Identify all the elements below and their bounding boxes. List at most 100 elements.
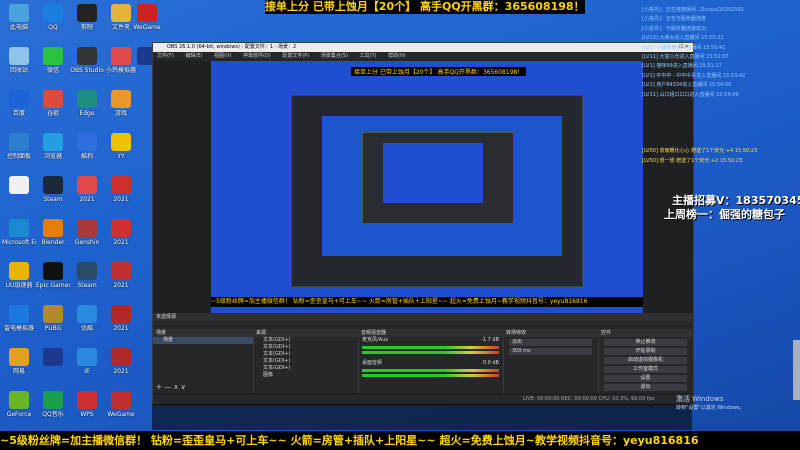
chat-message [642,138,800,147]
desktop-icon[interactable]: 此电脑 [2,4,36,42]
desktop-icon[interactable]: Epic Games [36,262,70,300]
source-item[interactable]: 文本(GDI+) [253,351,358,358]
desktop-icon[interactable]: 2021 [70,176,104,214]
desktop-icon-label: WeGame [133,24,161,31]
app-icon [77,348,97,366]
studio-mode-button[interactable]: 工作室模式 [604,366,687,373]
menu-tools[interactable]: 工具(T) [360,53,377,59]
desktop-icon[interactable]: Blender [36,219,70,257]
scene-add-icon[interactable]: + — ∧ ∨ [156,383,186,391]
source-item[interactable]: 文本(GDI+) [253,337,358,344]
chat-message: [小苗丹]：与服务器连接成功 [642,25,706,32]
source-item[interactable]: 文本(GDI+) [253,358,358,365]
start-recording-button[interactable]: 开始录制 [604,348,687,355]
menu-scene-collection[interactable]: 场景集合(S) [321,53,348,59]
chat-message [642,100,800,109]
virtual-camera-button[interactable]: 启动虚拟摄像机 [604,357,687,364]
desktop-icon[interactable]: Genshin [70,219,104,257]
preview-label: 未选择源 [153,313,693,321]
desktop-icon[interactable]: WeGame [130,4,164,42]
app-icon [9,219,29,237]
desktop-icon-label: GeForce [6,411,32,418]
desktop-icon[interactable]: OBS Studio [70,47,104,85]
nested-preview-deep [362,132,514,224]
desktop-icon[interactable]: Steam [70,262,104,300]
desktop-icon-label: QQ音乐 [42,411,64,418]
desktop-icon[interactable]: Steam [36,176,70,214]
menu-file[interactable]: 文件(F) [157,53,174,59]
sources-header: 来源 [253,329,358,337]
desktop-icon-label: 控制面板 [6,153,31,160]
stop-streaming-button[interactable]: 停止推流 [604,339,687,346]
desktop-icon[interactable]: 控制面板 [2,133,36,171]
desktop-icon[interactable]: 剪映 [70,4,104,42]
desktop-icon[interactable]: 游戏 [104,90,138,128]
desktop-icon[interactable]: QQ音乐 [36,391,70,429]
controls-header: 控件 [598,329,693,337]
desktop-icon[interactable]: 回收站 [2,47,36,85]
menu-edit[interactable]: 编辑(E) [185,53,202,59]
obs-titlebar: OBS 26.1.0 (64-bit, windows) - 配置文件：1 - … [153,43,693,52]
mixer-desktop-meter [362,369,499,372]
desktop-icon-label: UU加速器 [5,282,33,289]
desktop-icon[interactable]: IE [70,348,104,386]
source-item[interactable]: 文本(GDI+) [253,365,358,372]
activate-windows: 激活 Windows [676,395,724,403]
exit-button[interactable]: 退出 [604,384,687,391]
desktop-icon[interactable]: 雷电模拟器 [2,305,36,343]
desktop-icon-label: Genshin [74,239,100,246]
activate-windows-hint: 转到"设置"以激活 Windows。 [676,405,745,411]
source-item[interactable]: 图像 [253,372,358,379]
desktop-icon[interactable]: 2021 [104,262,138,300]
desktop-icon[interactable]: QQ [36,4,70,42]
side-toolbar[interactable] [793,340,800,400]
settings-button[interactable]: 设置 [604,375,687,382]
menu-help[interactable]: 帮助(H) [388,53,406,59]
desktop-icon[interactable]: 2021 [104,176,138,214]
desktop-icon[interactable]: WPS [70,391,104,429]
transition-duration[interactable]: 300 ms [509,348,592,355]
controls-panel: 控件 停止推流 开始录制 启动虚拟摄像机 工作室模式 设置 退出 [598,329,693,393]
desktop-icon[interactable] [36,348,70,386]
desktop-icon-label: 百度 [12,110,25,117]
nested-preview [291,95,583,287]
app-icon [43,391,63,409]
desktop-icon[interactable]: PUBG [36,305,70,343]
app-icon [77,4,97,22]
desktop-icon[interactable]: 优酷 [70,305,104,343]
app-icon [111,47,131,65]
desktop-icon[interactable]: GeForce [2,391,36,429]
desktop-icon-label: WPS [80,411,94,418]
taskbar [152,404,692,430]
desktop-icon[interactable]: 百度 [2,90,36,128]
desktop-icon[interactable]: 酷狗 [70,133,104,171]
desktop-icon[interactable]: 微信 [36,47,70,85]
menu-docks[interactable]: 停靠部件(D) [243,53,271,59]
chat-message: [LV1] 猫咪99进入直播间 15:51:17 [642,63,722,70]
menu-profile[interactable]: 配置文件(P) [282,53,309,59]
app-icon [9,176,29,194]
desktop-icon[interactable]: 2021 [104,348,138,386]
menu-view[interactable]: 视图(V) [214,53,231,59]
mixer-desktop-slider[interactable] [362,374,499,377]
desktop-icon[interactable]: 谷歌 [36,90,70,128]
desktop-icon[interactable]: 浏览器 [36,133,70,171]
desktop-icon[interactable]: 网易 [2,348,36,386]
obs-preview[interactable]: 接单上分 已带上蚀月【20个】 高手QQ开黑群：365608198！ ~5级粉丝… [211,61,643,313]
scene-item[interactable]: 场景 [153,337,253,344]
transition-select[interactable]: 淡出 [509,339,592,346]
desktop-icon[interactable] [2,176,36,214]
desktop-icon[interactable]: Edge [70,90,104,128]
source-item[interactable]: 文本(GDI+) [253,344,358,351]
app-icon [111,4,131,22]
chat-message [642,109,800,118]
desktop-icon[interactable]: UU加速器 [2,262,36,300]
desktop-icon[interactable]: 2021 [104,219,138,257]
app-icon [9,348,29,366]
mixer-mic-slider[interactable] [362,351,499,354]
desktop-icon[interactable]: Microsoft Edge [2,219,36,257]
desktop-icon[interactable]: WeGame [104,391,138,429]
desktop-icon-label: Edge [79,110,95,117]
desktop-icon[interactable]: 2021 [104,305,138,343]
desktop-icon[interactable]: YY [104,133,138,171]
